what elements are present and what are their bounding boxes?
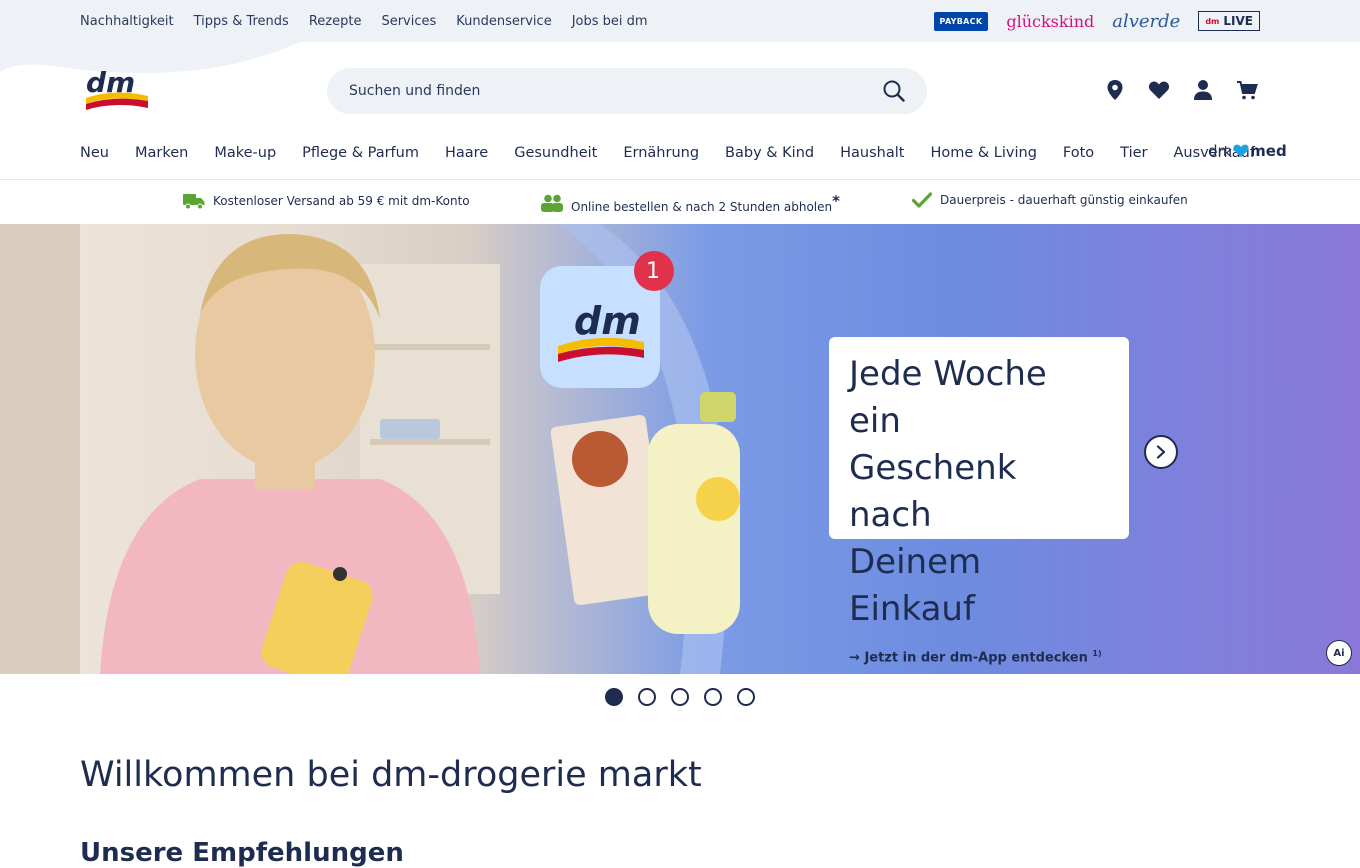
utility-link-tipps-trends[interactable]: Tipps & Trends [194, 14, 289, 29]
hero-text-panel[interactable]: Jede Woche ein Geschenk nach Deinem Eink… [829, 337, 1129, 665]
usp-free-shipping-text: Kostenloser Versand ab 59 € mit dm-Konto [213, 194, 470, 208]
category-navigation: Neu Marken Make-up Pflege & Parfum Haare… [80, 140, 1281, 166]
app-notification-badge: 1 [646, 259, 660, 284]
search-bar[interactable]: Suchen und finden [327, 68, 927, 114]
hero-title: Jede Woche ein Geschenk nach Deinem Eink… [849, 351, 1109, 633]
page-title: Willkommen bei dm-drogerie markt [80, 755, 702, 795]
dm-live-link[interactable]: dm LIVE [1198, 11, 1260, 31]
nav-item-gesundheit[interactable]: Gesundheit [514, 145, 597, 161]
hero-cta-label: Jetzt in der dm-App entdecken [864, 650, 1088, 666]
glueckskind-logo-link[interactable]: glückskind [1006, 12, 1094, 31]
nav-item-marken[interactable]: Marken [135, 145, 188, 161]
utility-links: Nachhaltigkeit Tipps & Trends Rezepte Se… [80, 0, 648, 42]
usp-pickup-text: Online bestellen & nach 2 Stunden abhole… [571, 192, 840, 214]
nav-item-haushalt[interactable]: Haushalt [840, 145, 904, 161]
payback-logo-link[interactable]: PAYBACK [933, 11, 989, 31]
hero-banner[interactable]: dm 1 Jede Woche ein Geschenk nach Deinem… [0, 224, 1360, 674]
top-utility-bar: Nachhaltigkeit Tipps & Trends Rezepte Se… [0, 0, 1360, 42]
carousel-dot-5[interactable] [737, 688, 755, 706]
hero-title-line-3: Deinem Einkauf [849, 542, 982, 629]
nav-item-make-up[interactable]: Make-up [214, 145, 276, 161]
partner-links: PAYBACK glückskind alverde dm LIVE [933, 9, 1260, 33]
ai-generated-badge[interactable]: Ai [1326, 640, 1352, 666]
carousel-dot-3[interactable] [671, 688, 689, 706]
check-icon [912, 192, 932, 208]
carousel-next-button[interactable] [1144, 435, 1178, 469]
carousel-pagination [605, 688, 755, 706]
dm-live-prefix: dm [1205, 16, 1220, 26]
hero-title-line-2: Geschenk nach [849, 448, 1017, 535]
section-heading-recommendations: Unsere Empfehlungen [80, 838, 404, 868]
nav-item-foto[interactable]: Foto [1063, 145, 1094, 161]
usp-free-shipping: Kostenloser Versand ab 59 € mit dm-Konto [183, 192, 470, 210]
utility-link-jobs[interactable]: Jobs bei dm [572, 14, 648, 29]
dmmed-suffix: med [1250, 142, 1287, 160]
header-swoosh-decoration [0, 42, 300, 74]
alverde-logo-link[interactable]: alverde [1112, 11, 1180, 32]
dmmed-prefix: dm [1208, 142, 1233, 160]
carousel-dot-2[interactable] [638, 688, 656, 706]
nav-item-haare[interactable]: Haare [445, 145, 488, 161]
usp-permanent-price-text: Dauerpreis - dauerhaft günstig einkaufen [940, 193, 1188, 207]
location-icon[interactable] [1104, 78, 1126, 102]
search-input[interactable]: Suchen und finden [349, 83, 883, 99]
svg-text:dm: dm [574, 299, 641, 343]
usp-pickup: Online bestellen & nach 2 Stunden abhole… [541, 192, 840, 214]
nav-item-pflege-parfum[interactable]: Pflege & Parfum [302, 145, 419, 161]
search-icon[interactable] [883, 80, 905, 102]
user-icon[interactable] [1192, 78, 1214, 102]
hero-cta-footnote: 1) [1092, 649, 1102, 658]
nav-item-ernaehrung[interactable]: Ernährung [623, 145, 699, 161]
hero-cta-link[interactable]: → Jetzt in der dm-App entdecken 1) [849, 649, 1109, 665]
utility-link-rezepte[interactable]: Rezepte [309, 14, 362, 29]
usp-permanent-price: Dauerpreis - dauerhaft günstig einkaufen [912, 192, 1188, 208]
carousel-dot-4[interactable] [704, 688, 722, 706]
utility-link-nachhaltigkeit[interactable]: Nachhaltigkeit [80, 14, 174, 29]
nav-item-neu[interactable]: Neu [80, 145, 109, 161]
hero-title-line-1: Jede Woche ein [849, 354, 1047, 441]
arrow-right-icon: → [849, 650, 860, 666]
header-actions [1104, 78, 1258, 102]
truck-icon [183, 194, 205, 210]
usp-pickup-footnote: * [832, 192, 840, 210]
chevron-right-icon [1156, 445, 1166, 459]
utility-link-services[interactable]: Services [381, 14, 436, 29]
nav-item-baby-kind[interactable]: Baby & Kind [725, 145, 814, 161]
dm-logo[interactable]: dm [84, 68, 150, 114]
heart-icon[interactable] [1148, 78, 1170, 102]
nav-item-home-living[interactable]: Home & Living [930, 145, 1036, 161]
carousel-dot-1[interactable] [605, 688, 623, 706]
nav-item-tier[interactable]: Tier [1120, 145, 1147, 161]
cart-icon[interactable] [1236, 78, 1258, 102]
usp-bar: Kostenloser Versand ab 59 € mit dm-Konto… [0, 179, 1360, 224]
dm-live-label: LIVE [1223, 14, 1253, 28]
usp-pickup-label: Online bestellen & nach 2 Stunden abhole… [571, 200, 833, 214]
dmmed-link[interactable]: dm med [1208, 142, 1287, 160]
utility-link-kundenservice[interactable]: Kundenservice [456, 14, 551, 29]
people-icon [541, 194, 563, 212]
heart-logo-icon [1233, 144, 1249, 157]
